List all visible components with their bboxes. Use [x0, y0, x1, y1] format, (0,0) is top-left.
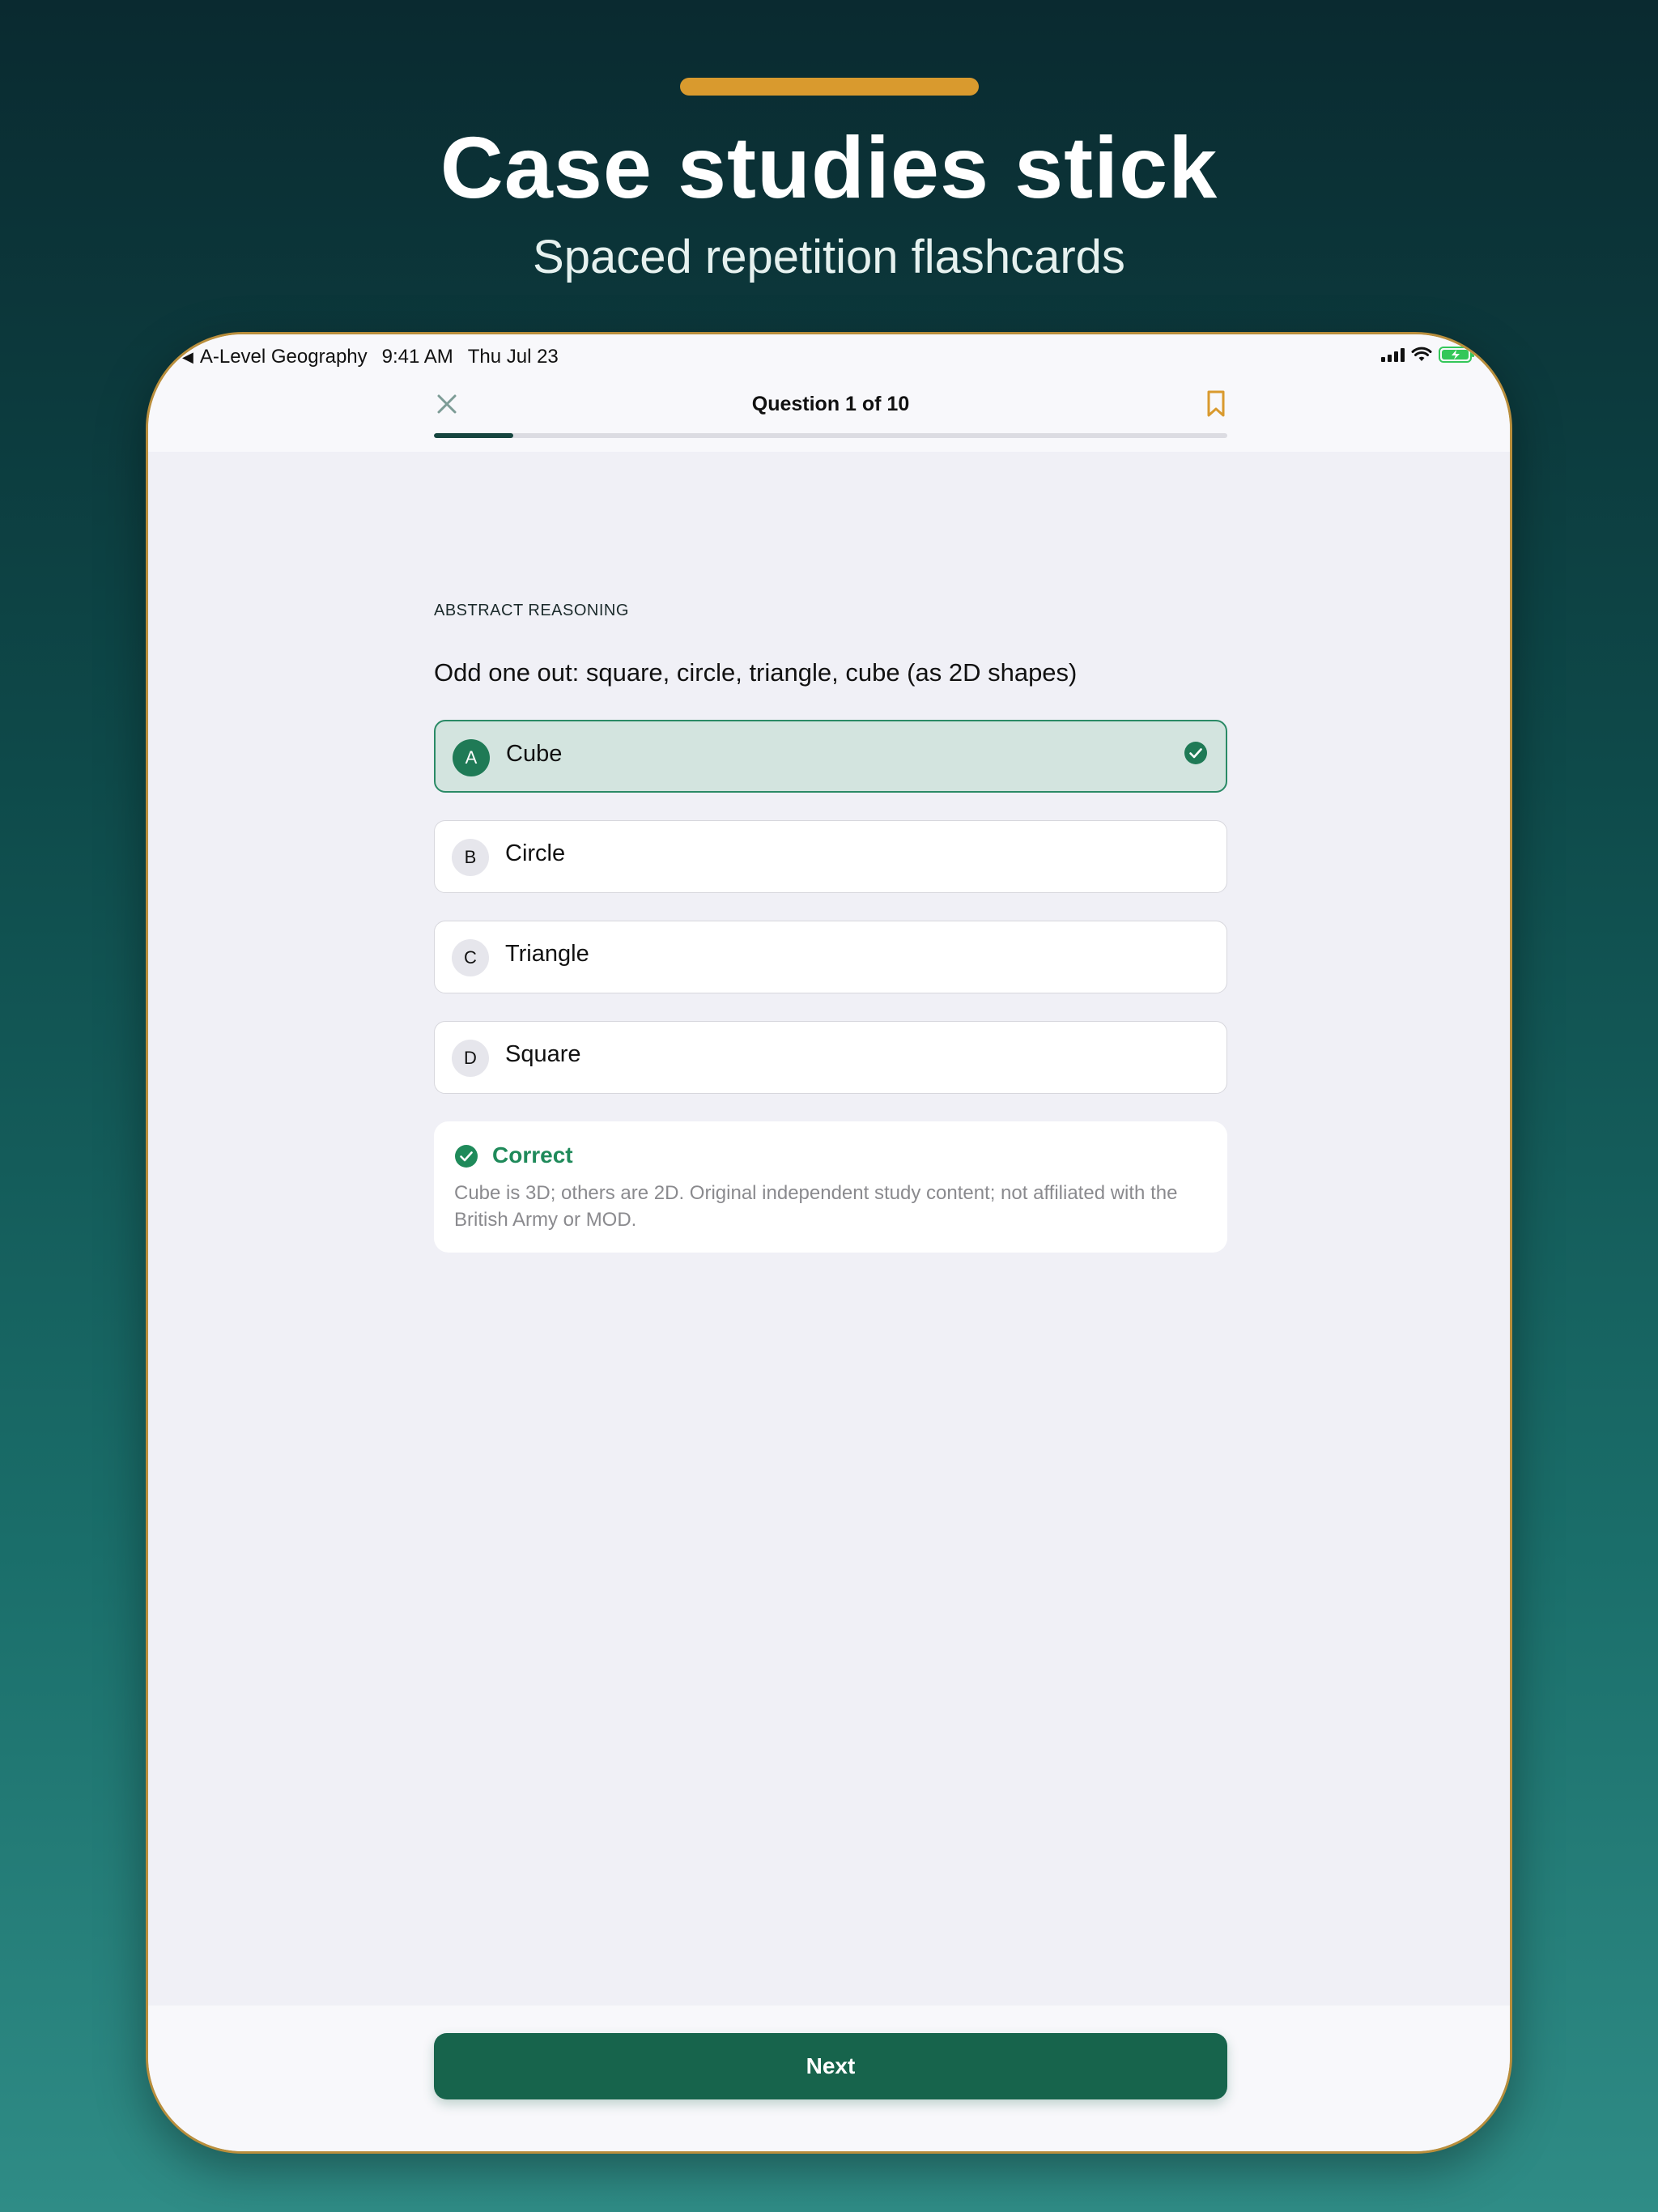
checkmark-circle-icon [1184, 742, 1207, 764]
answer-option-b[interactable]: B Circle [434, 820, 1227, 893]
cellular-signal-icon [1381, 347, 1405, 362]
status-bar: ◀ A-Level Geography 9:41 AM Thu Jul 23 [148, 334, 1510, 381]
accent-bar [680, 78, 979, 96]
question-text: Odd one out: square, circle, triangle, c… [434, 658, 1078, 687]
answer-option-c[interactable]: C Triangle [434, 921, 1227, 993]
status-left: ◀ A-Level Geography 9:41 AM Thu Jul 23 [182, 346, 559, 368]
top-bar: ◀ A-Level Geography 9:41 AM Thu Jul 23 Q… [148, 334, 1510, 452]
question-category: ABSTRACT REASONING [434, 602, 629, 619]
back-arrow-icon[interactable]: ◀ [182, 349, 193, 366]
option-label: Square [505, 1041, 581, 1067]
option-letter-badge: D [452, 1040, 489, 1077]
option-letter-badge: C [452, 939, 489, 976]
quiz-header: Question 1 of 10 [434, 383, 1227, 448]
progress-bar [434, 433, 1227, 438]
option-label: Triangle [505, 941, 589, 967]
answer-option-a[interactable]: A Cube [434, 720, 1227, 793]
status-time: 9:41 AM [381, 346, 453, 368]
back-app-label[interactable]: A-Level Geography [200, 346, 368, 368]
option-letter-badge: A [453, 739, 490, 776]
tablet-frame: ◀ A-Level Geography 9:41 AM Thu Jul 23 Q… [146, 332, 1512, 2154]
progress-fill [434, 433, 513, 438]
feedback-explanation: Cube is 3D; others are 2D. Original inde… [454, 1182, 1178, 1231]
option-label: Cube [506, 741, 563, 767]
answer-option-d[interactable]: D Square [434, 1021, 1227, 1094]
next-button[interactable]: Next [434, 2033, 1227, 2099]
question-counter: Question 1 of 10 [751, 393, 910, 415]
feedback-title: Correct [492, 1142, 573, 1168]
option-letter-badge: B [452, 839, 489, 876]
marketing-headline: Case studies stick [440, 118, 1218, 216]
feedback-card: Correct Cube is 3D; others are 2D. Origi… [434, 1121, 1227, 1253]
checkmark-circle-icon [455, 1145, 478, 1168]
wifi-icon [1411, 347, 1432, 361]
status-right [1381, 346, 1476, 364]
option-label: Circle [505, 840, 566, 866]
marketing-subheadline: Spaced repetition flashcards [533, 231, 1125, 283]
battery-charging-icon [1439, 347, 1474, 363]
status-date: Thu Jul 23 [467, 346, 559, 368]
bookmark-icon[interactable] [1205, 389, 1227, 419]
